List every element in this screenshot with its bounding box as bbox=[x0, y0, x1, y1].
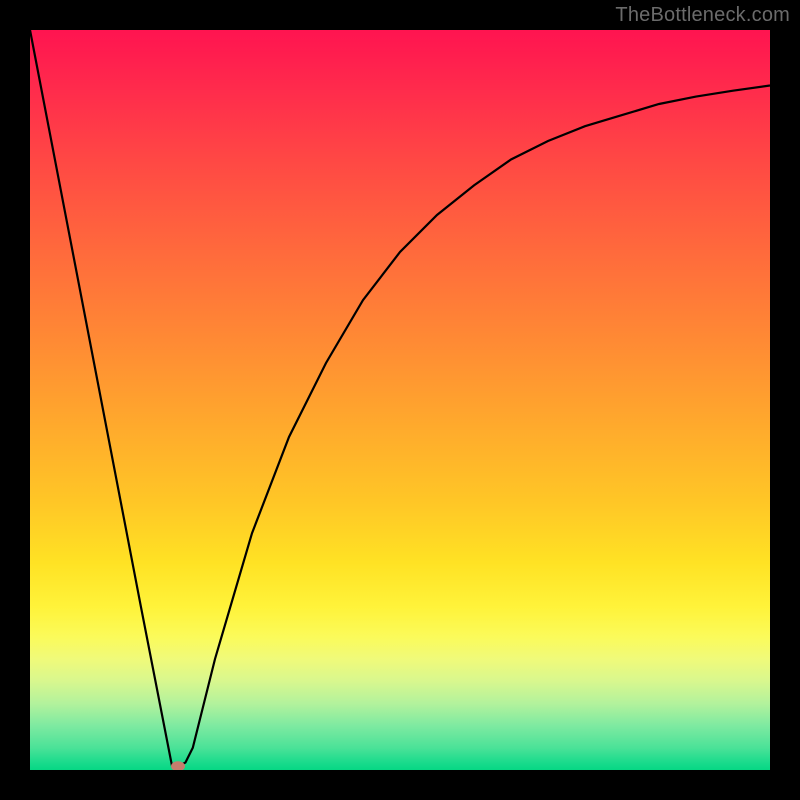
bottleneck-curve-line bbox=[30, 30, 770, 766]
chart-svg bbox=[30, 30, 770, 770]
current-config-marker bbox=[171, 761, 185, 770]
attribution-label: TheBottleneck.com bbox=[615, 4, 790, 27]
plot-area bbox=[30, 30, 770, 770]
